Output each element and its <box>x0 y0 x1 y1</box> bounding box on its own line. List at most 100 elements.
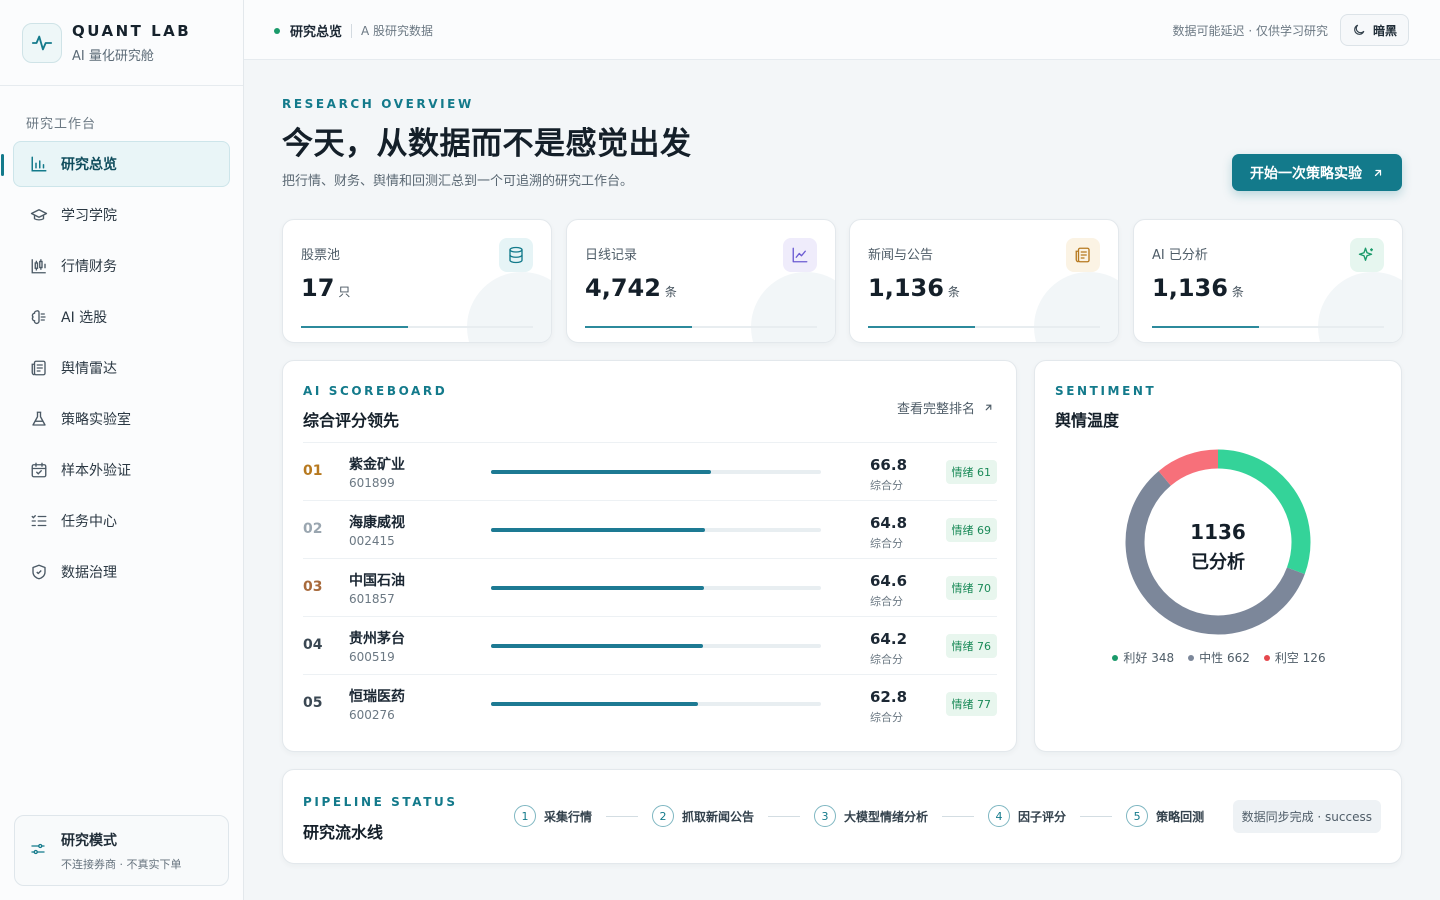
arrow-up-right-icon <box>1372 167 1384 179</box>
composite-score-label: 综合分 <box>870 537 903 550</box>
rank-number: 05 <box>303 695 323 711</box>
stat-progress-track <box>301 326 533 328</box>
stat-label: 日线记录 <box>585 248 638 263</box>
pipeline-step: 2 抓取新闻公告 <box>652 805 754 827</box>
stat-progress-track <box>868 326 1100 328</box>
stock-code: 601899 <box>349 476 395 490</box>
hero-subtitle: 把行情、财务、舆情和回测汇总到一个可追溯的研究工作台。 <box>282 174 634 189</box>
legend-positive: 利好 348 <box>1112 649 1174 666</box>
mode-title: 研究模式 <box>61 832 117 849</box>
page-title: 研究总览 <box>290 25 343 40</box>
sidebar-item-label: 数据治理 <box>61 565 117 581</box>
sidebar-item-label: 舆情雷达 <box>61 361 117 377</box>
arrow-up-right-icon <box>983 402 994 413</box>
sidebar-item-academy[interactable]: 学习学院 <box>13 192 230 238</box>
sidebar-item-data-governance[interactable]: 数据治理 <box>13 549 230 595</box>
newspaper-icon <box>1066 238 1100 272</box>
ranking-list: 01 紫金矿业 601899 66.8 综合分 情绪 61 02 海康威视 00… <box>303 442 997 732</box>
sentiment-badge: 情绪 70 <box>945 576 997 600</box>
sentiment-badge: 情绪 69 <box>945 518 997 542</box>
score-bar-track <box>491 470 821 474</box>
pipeline-steps: 1 采集行情 2 抓取新闻公告 3 大模型情绪分析 4 因子评分 5 策略回测 <box>514 805 1204 827</box>
stat-card-stock-pool[interactable]: 股票池 17 只 <box>282 219 552 343</box>
sidebar-divider <box>0 85 243 86</box>
score-bar-fill <box>491 586 705 590</box>
start-strategy-experiment-button[interactable]: 开始一次策略实验 <box>1232 154 1402 191</box>
sidebar: QUANT LAB AI 量化研究舱 研究工作台 研究总览 学习学院 行情财务 <box>0 0 244 900</box>
sidebar-nav: 研究总览 学习学院 行情财务 AI 选股 舆情雷达 策略实验室 样本外验证 任务… <box>1 141 230 600</box>
composite-score: 64.8 <box>870 514 908 532</box>
analyzed-total: 1136 <box>1190 520 1246 544</box>
stat-card-news[interactable]: 新闻与公告 1,136 条 <box>849 219 1119 343</box>
stat-card-daily-records[interactable]: 日线记录 4,742 条 <box>566 219 836 343</box>
score-bar-track <box>491 702 821 706</box>
stock-name: 恒瑞医药 <box>349 689 405 705</box>
ranking-row[interactable]: 01 紫金矿业 601899 66.8 综合分 情绪 61 <box>303 442 997 500</box>
legend-dot <box>1263 654 1270 661</box>
sliders-icon <box>29 840 49 862</box>
dark-mode-label: 暗黑 <box>1372 23 1397 38</box>
ranking-row[interactable]: 03 中国石油 601857 64.6 综合分 情绪 70 <box>303 558 997 616</box>
stock-code: 601857 <box>349 592 395 606</box>
sentiment-badge: 情绪 77 <box>945 692 997 716</box>
stat-progress-fill <box>1152 326 1259 328</box>
composite-score: 62.8 <box>870 688 908 706</box>
sidebar-item-overview[interactable]: 研究总览 <box>1 141 230 187</box>
pipeline-eyebrow: PIPELINE STATUS <box>303 795 458 809</box>
sentiment-badge: 情绪 61 <box>945 460 997 484</box>
brand[interactable]: QUANT LAB AI 量化研究舱 <box>22 22 191 64</box>
newspaper-icon <box>29 358 49 378</box>
rank-number: 01 <box>303 463 323 479</box>
dark-mode-toggle[interactable]: 暗黑 <box>1340 14 1409 46</box>
stat-value: 1,136 条 <box>1152 274 1244 302</box>
sidebar-item-task-center[interactable]: 任务中心 <box>13 498 230 544</box>
sidebar-item-label: 行情财务 <box>61 259 117 275</box>
scoreboard-eyebrow: AI SCOREBOARD <box>303 384 448 398</box>
pipeline-step: 1 采集行情 <box>514 805 592 827</box>
score-bar-fill <box>491 528 705 532</box>
page-subtitle: A 股研究数据 <box>361 24 434 38</box>
sidebar-item-oos-validation[interactable]: 样本外验证 <box>13 447 230 493</box>
legend-negative: 利空 126 <box>1263 649 1326 666</box>
stat-value: 1,136 条 <box>868 274 960 302</box>
stat-progress-fill <box>585 326 692 328</box>
pipeline-step: 5 策略回测 <box>1126 805 1204 827</box>
legend-dot <box>1112 654 1119 661</box>
sidebar-item-strategy-lab[interactable]: 策略实验室 <box>13 396 230 442</box>
step-connector <box>1080 815 1113 817</box>
sidebar-item-market[interactable]: 行情财务 <box>13 243 230 289</box>
sync-status-badge: 数据同步完成 · success <box>1232 800 1381 833</box>
rank-number: 04 <box>303 637 323 653</box>
bar-chart-icon <box>29 154 49 174</box>
stat-value: 17 只 <box>301 274 351 302</box>
ranking-row[interactable]: 02 海康威视 002415 64.8 综合分 情绪 69 <box>303 500 997 558</box>
brand-subtitle: AI 量化研究舱 <box>72 49 154 64</box>
cta-label: 开始一次策略实验 <box>1250 165 1362 182</box>
sentiment-badge: 情绪 76 <box>945 634 997 658</box>
stat-progress-fill <box>301 326 408 328</box>
list-check-icon <box>29 511 49 531</box>
sidebar-item-sentiment-radar[interactable]: 舆情雷达 <box>13 345 230 391</box>
brand-name: QUANT LAB <box>72 22 192 40</box>
composite-score: 66.8 <box>870 456 908 474</box>
score-bar-track <box>491 644 821 648</box>
breadcrumb: 研究总览 A 股研究数据 <box>274 21 433 40</box>
ranking-row[interactable]: 04 贵州茅台 600519 64.2 综合分 情绪 76 <box>303 616 997 674</box>
research-mode-card[interactable]: 研究模式 不连接券商 · 不真实下单 <box>14 815 229 886</box>
ranking-row[interactable]: 05 恒瑞医药 600276 62.8 综合分 情绪 77 <box>303 674 997 732</box>
step-connector <box>768 815 801 817</box>
stat-card-ai-analyzed[interactable]: AI 已分析 1,136 条 <box>1133 219 1403 343</box>
sentiment-eyebrow: SENTIMENT <box>1055 384 1157 398</box>
pipeline-step: 3 大模型情绪分析 <box>814 805 928 827</box>
view-full-ranking-link[interactable]: 查看完整排名 <box>897 398 994 417</box>
analyzed-label: 已分析 <box>1191 552 1245 573</box>
stat-progress-track <box>1152 326 1384 328</box>
sidebar-item-ai-picker[interactable]: AI 选股 <box>13 294 230 340</box>
composite-score-label: 综合分 <box>870 711 903 724</box>
decorative-blob <box>467 272 551 342</box>
sidebar-item-label: 样本外验证 <box>61 463 131 479</box>
shield-check-icon <box>29 562 49 582</box>
calendar-check-icon <box>29 460 49 480</box>
sentiment-legend: 利好 348 中性 662 利空 126 <box>1035 649 1401 666</box>
stock-code: 002415 <box>349 534 395 548</box>
